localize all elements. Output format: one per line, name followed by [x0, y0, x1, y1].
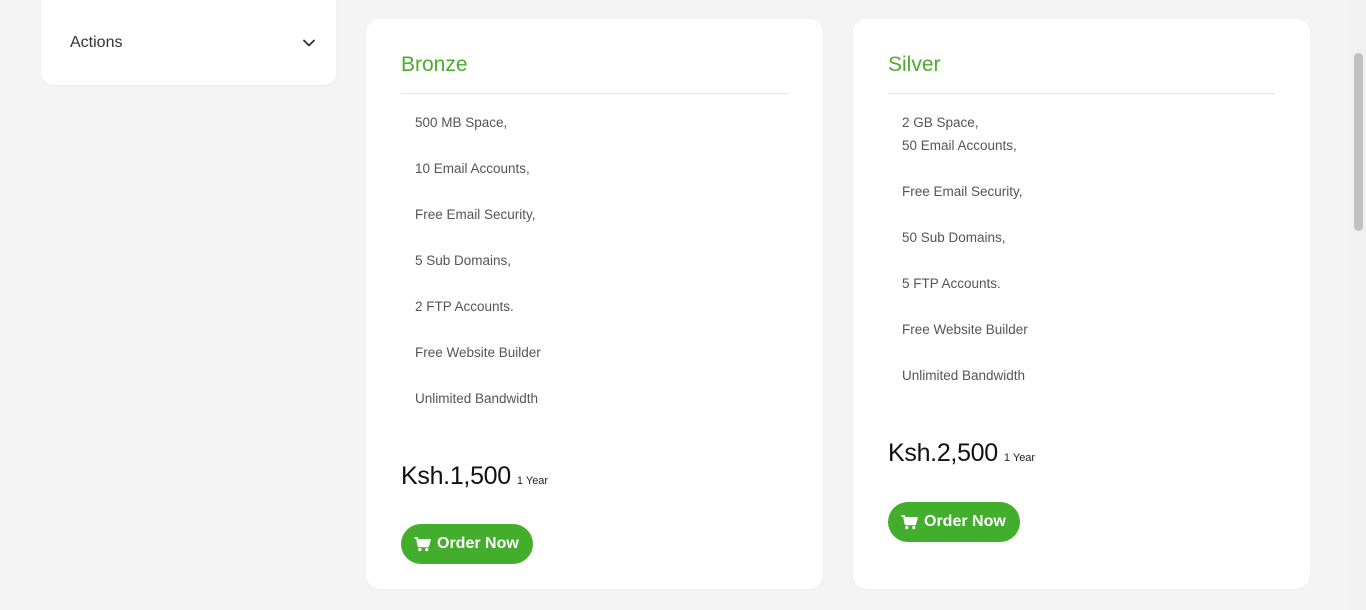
feature-item: 5 Sub Domains,	[415, 253, 512, 268]
feature-item: Unlimited Bandwidth	[902, 368, 1026, 383]
product-card-silver: Silver 2 GB Space, 50 Email Accounts, Fr…	[853, 19, 1310, 589]
feature-item: Free Website Builder	[902, 322, 1028, 337]
feature-item: 2 GB Space,	[902, 115, 979, 130]
page-scrollbar[interactable]	[1351, 0, 1366, 610]
price-row: Ksh.2,500 1 Year	[888, 439, 1035, 468]
feature-item: 50 Email Accounts,	[902, 138, 1017, 153]
feature-item: Free Email Security,	[415, 207, 536, 222]
feature-item: Free Website Builder	[415, 345, 541, 360]
order-now-label: Order Now	[924, 513, 1006, 530]
billing-period: 1 Year	[516, 475, 549, 487]
product-card-bronze: Bronze 500 MB Space, 10 Email Accounts, …	[366, 19, 823, 589]
feature-item: 50 Sub Domains,	[902, 230, 1006, 245]
feature-item: Free Email Security,	[902, 184, 1023, 199]
shopping-cart-icon	[901, 514, 918, 530]
order-now-button[interactable]: Order Now	[888, 502, 1020, 542]
scrollbar-thumb[interactable]	[1354, 53, 1363, 231]
price: Ksh.2,500	[888, 439, 998, 467]
price: Ksh.1,500	[401, 462, 511, 490]
feature-list: 500 MB Space, 10 Email Accounts, Free Em…	[401, 94, 788, 410]
feature-list: 2 GB Space, 50 Email Accounts, Free Emai…	[888, 94, 1275, 387]
actions-label: Actions	[70, 33, 123, 51]
product-title: Bronze	[401, 19, 788, 94]
feature-item: 500 MB Space,	[415, 115, 508, 130]
product-title: Silver	[888, 19, 1275, 94]
order-now-button[interactable]: Order Now	[401, 524, 533, 564]
page: Actions Bronze 500 MB Space, 10 Email Ac…	[0, 0, 1366, 610]
billing-period: 1 Year	[1003, 452, 1036, 464]
price-row: Ksh.1,500 1 Year	[401, 462, 548, 491]
feature-item: Unlimited Bandwidth	[415, 391, 539, 406]
feature-item: 2 FTP Accounts.	[415, 299, 514, 314]
order-now-label: Order Now	[437, 535, 519, 552]
actions-dropdown[interactable]: Actions	[41, 0, 336, 85]
feature-item: 5 FTP Accounts.	[902, 276, 1001, 291]
feature-item: 10 Email Accounts,	[415, 161, 530, 176]
chevron-down-icon	[302, 36, 316, 50]
shopping-cart-icon	[414, 536, 431, 552]
